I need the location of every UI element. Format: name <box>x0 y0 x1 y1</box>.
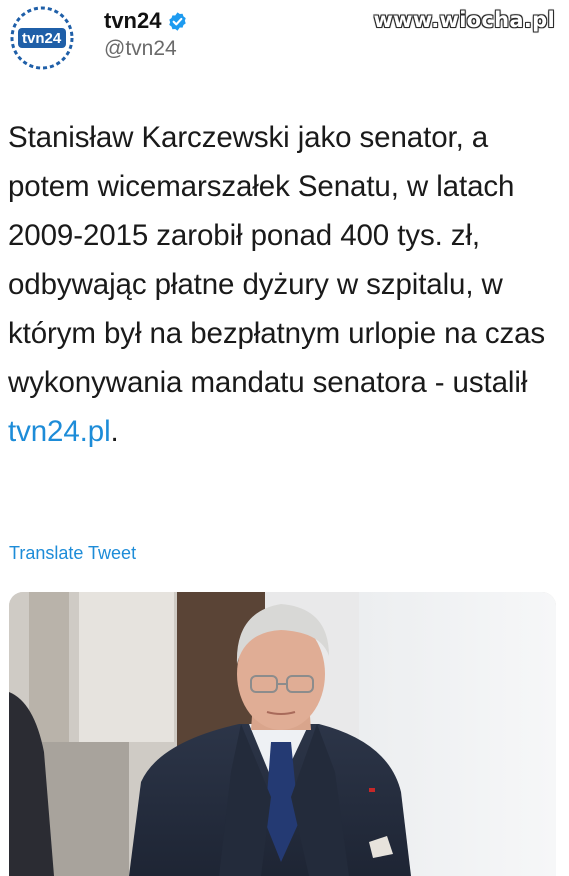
tweet-text: Stanisław Karczewski jako senator, a pot… <box>8 121 546 399</box>
tweet-header: tvn24 tvn24 @tvn24 www.wiocha.pl <box>0 0 569 80</box>
name-row: tvn24 <box>104 6 188 36</box>
account-handle[interactable]: @tvn24 <box>104 37 177 61</box>
avatar[interactable]: tvn24 <box>8 4 76 72</box>
tvn24-logo-icon: tvn24 <box>8 4 76 72</box>
tweet-text-end: . <box>110 415 119 448</box>
site-watermark: www.wiocha.pl <box>373 8 555 32</box>
tweet-body: Stanisław Karczewski jako senator, a pot… <box>8 113 560 456</box>
avatar-logo-text: tvn24 <box>22 30 62 47</box>
photo-of-man-in-suit <box>9 592 556 876</box>
tweet-media-photo[interactable] <box>9 592 556 876</box>
translate-tweet-link[interactable]: Translate Tweet <box>9 543 136 564</box>
verified-badge-icon <box>169 11 187 31</box>
display-name[interactable]: tvn24 <box>104 8 161 34</box>
tweet-link[interactable]: tvn24.pl <box>8 415 111 448</box>
